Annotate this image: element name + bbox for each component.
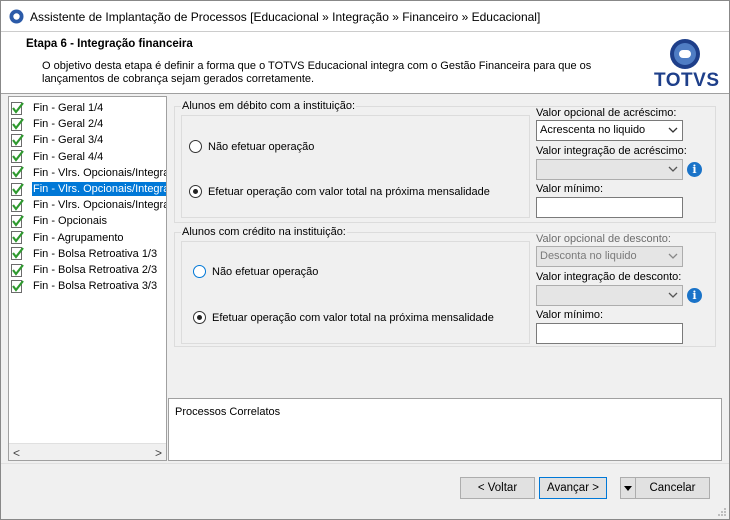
tree-item-label: Fin - Geral 4/4 xyxy=(33,150,104,163)
totvs-logo-text: TOTVS xyxy=(654,70,720,91)
integracao-desconto-select[interactable] xyxy=(536,285,683,306)
radio-selected-icon[interactable] xyxy=(193,311,206,324)
radio-circle-icon[interactable] xyxy=(193,265,206,278)
checked-page-icon xyxy=(11,263,24,277)
credito-minimo-input[interactable] xyxy=(536,323,683,344)
tree-item-label: Fin - Geral 3/4 xyxy=(33,134,104,147)
tree-item-label: Fin - Bolsa Retroativa 3/3 xyxy=(33,280,158,293)
debito-group: Alunos em débito com a instituição: Não … xyxy=(174,100,716,223)
integracao-acrescimo-label: Valor integração de acréscimo: xyxy=(536,145,687,157)
totvs-logo: TOTVS xyxy=(651,37,723,93)
title-bar: Assistente de Implantação de Processos [… xyxy=(1,1,729,32)
integration-panel: Alunos em débito com a instituição: Não … xyxy=(168,96,722,396)
radio-circle-icon[interactable] xyxy=(189,140,202,153)
resize-grip-icon[interactable] xyxy=(717,507,727,517)
checked-page-icon xyxy=(11,166,24,180)
credito-radio-total[interactable]: Efetuar operação com valor total na próx… xyxy=(193,311,494,324)
tree-item-label: Fin - Opcionais xyxy=(33,215,107,228)
credito-radio-frame xyxy=(181,241,530,344)
tree-item[interactable]: Fin - Geral 3/4 xyxy=(11,132,166,148)
debito-radio-frame xyxy=(181,115,530,218)
debito-radio-none-label: Não efetuar operação xyxy=(208,140,315,153)
tree-horizontal-scrollbar[interactable]: < > xyxy=(9,443,166,460)
tree-item[interactable]: Fin - Bolsa Retroativa 1/3 xyxy=(11,246,166,262)
tree-item-label: Fin - Bolsa Retroativa 1/3 xyxy=(33,247,158,260)
checked-page-icon xyxy=(11,101,24,115)
debito-radio-total-label: Efetuar operação com valor total na próx… xyxy=(208,185,490,198)
checked-page-icon xyxy=(11,133,24,147)
tree-item-label: Fin - Vlrs. Opcionais/Integração xyxy=(32,182,166,196)
step-description: O objetivo desta etapa é definir a forma… xyxy=(42,60,592,85)
totvs-logo-icon xyxy=(670,39,700,69)
tree-item-label: Fin - Agrupamento xyxy=(33,231,124,244)
debito-minimo-label: Valor mínimo: xyxy=(536,183,604,195)
debito-minimo-input[interactable] xyxy=(536,197,683,218)
info-icon[interactable]: i xyxy=(687,288,702,303)
credito-minimo-label: Valor mínimo: xyxy=(536,309,604,321)
tree-item[interactable]: Fin - Opcionais xyxy=(11,213,166,229)
tree-item[interactable]: Fin - Geral 4/4 xyxy=(11,149,166,165)
debito-legend: Alunos em débito com a instituição: xyxy=(181,100,357,112)
scroll-left-icon[interactable]: < xyxy=(13,446,20,460)
desconto-select-value: Desconta no liquido xyxy=(540,250,637,262)
credito-radio-none-label: Não efetuar operação xyxy=(212,265,319,278)
tree-item[interactable]: Fin - Bolsa Retroativa 2/3 xyxy=(11,262,166,278)
step-title: Etapa 6 - Integração financeira xyxy=(26,38,193,50)
tree-item[interactable]: Fin - Geral 1/4 xyxy=(11,100,166,116)
credito-legend: Alunos com crédito na instituição: xyxy=(181,226,347,238)
integracao-acrescimo-select[interactable] xyxy=(536,159,683,180)
desconto-label: Valor opcional de desconto: xyxy=(536,233,671,245)
tree-item-label: Fin - Geral 2/4 xyxy=(33,118,104,131)
tree-item[interactable]: Fin - Geral 2/4 xyxy=(11,116,166,132)
window-title: Assistente de Implantação de Processos [… xyxy=(30,10,541,24)
checked-page-icon xyxy=(11,150,24,164)
chevron-down-icon[interactable] xyxy=(668,251,678,261)
checked-page-icon xyxy=(11,117,24,131)
acrescimo-label: Valor opcional de acréscimo: xyxy=(536,107,677,119)
debito-radio-none[interactable]: Não efetuar operação xyxy=(189,140,314,153)
checked-page-icon xyxy=(11,279,24,293)
processos-correlatos-label: Processos Correlatos xyxy=(175,406,281,418)
acrescimo-select-value: Acrescenta no liquido xyxy=(540,124,646,136)
credito-radio-total-label: Efetuar operação com valor total na próx… xyxy=(212,311,494,324)
app-icon xyxy=(9,9,24,24)
footer-divider xyxy=(1,463,729,464)
tree-item-label: Fin - Geral 1/4 xyxy=(33,102,104,114)
tree-item[interactable]: Fin - Vlrs. Opcionais/Integração xyxy=(11,181,166,197)
chevron-down-icon[interactable] xyxy=(668,125,678,135)
scroll-right-icon[interactable]: > xyxy=(155,446,162,460)
debito-radio-total[interactable]: Efetuar operação com valor total na próx… xyxy=(189,185,490,198)
acrescimo-select[interactable]: Acrescenta no liquido xyxy=(536,120,683,141)
tree-item-label: Fin - Vlrs. Opcionais/Integração xyxy=(33,166,166,179)
checked-page-icon xyxy=(11,247,24,261)
checked-page-icon xyxy=(11,231,24,245)
integracao-desconto-label: Valor integração de desconto: xyxy=(536,271,682,283)
chevron-down-icon[interactable] xyxy=(668,290,678,300)
radio-selected-icon[interactable] xyxy=(189,185,202,198)
wizard-window: Assistente de Implantação de Processos [… xyxy=(0,0,730,520)
checked-page-icon xyxy=(11,198,24,212)
tree-item[interactable]: Fin - Bolsa Retroativa 3/3 xyxy=(11,278,166,294)
processos-correlatos-panel: Processos Correlatos xyxy=(168,398,722,461)
tree-item-label: Fin - Vlrs. Opcionais/Integração xyxy=(33,199,166,212)
checked-page-icon xyxy=(11,214,24,228)
credito-radio-none[interactable]: Não efetuar operação xyxy=(193,265,318,278)
tree-item[interactable]: Fin - Vlrs. Opcionais/Integração xyxy=(11,197,166,213)
back-button[interactable]: < Voltar xyxy=(460,477,535,499)
dropdown-arrow-icon[interactable] xyxy=(624,486,632,491)
step-header: Etapa 6 - Integração financeira O objeti… xyxy=(1,32,729,94)
tree-item[interactable]: Fin - Vlrs. Opcionais/Integração xyxy=(11,165,166,181)
chevron-down-icon[interactable] xyxy=(668,164,678,174)
desconto-select[interactable]: Desconta no liquido xyxy=(536,246,683,267)
next-button[interactable]: Avançar > xyxy=(539,477,607,499)
tree-item[interactable]: Fin - Agrupamento xyxy=(11,230,166,246)
options-menu-button[interactable] xyxy=(620,477,636,499)
step-tree[interactable]: Fin - Geral 1/4 Fin - Geral 2/4 Fin - Gera… xyxy=(8,96,167,461)
cancel-button[interactable]: Cancelar xyxy=(635,477,710,499)
tree-item-label: Fin - Bolsa Retroativa 2/3 xyxy=(33,264,158,276)
checked-page-icon xyxy=(11,182,24,196)
credito-group: Alunos com crédito na instituição: Não e… xyxy=(174,226,716,347)
info-icon[interactable]: i xyxy=(687,162,702,177)
